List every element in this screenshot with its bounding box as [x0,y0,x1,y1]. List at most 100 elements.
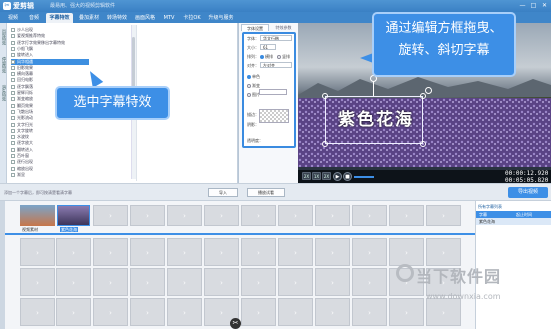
preview-play-button[interactable]: 播放试看 [247,188,285,197]
timeline-empty-slot[interactable]: › [352,268,387,296]
timeline-empty-slot[interactable]: › [389,238,424,266]
effect-list-item[interactable]: 旋转进入 [11,52,33,58]
checkbox[interactable] [11,91,15,95]
color-picker-swatch[interactable] [259,89,287,95]
close-button[interactable]: ✕ [540,1,549,10]
checkbox[interactable] [11,78,15,83]
speed-2x-slow-button[interactable]: 2X [302,172,311,180]
timeline-empty-slot[interactable]: › [167,268,202,296]
checkbox[interactable] [11,84,15,89]
checkbox[interactable] [11,122,15,127]
timeline-empty-slot[interactable]: › [130,205,165,226]
timeline-empty-slot[interactable]: › [352,238,387,266]
checkbox[interactable] [11,160,15,165]
effect-list-item[interactable]: 逐字打字效果移出字幕特效 [11,40,65,46]
effect-list-item[interactable]: 旧影效果 [11,65,33,71]
tab-mtv[interactable]: MTV [160,13,178,23]
timeline-empty-slot[interactable]: › [278,238,313,266]
timeline-empty-slot[interactable]: › [278,268,313,296]
tab-styles[interactable]: 画面风格 [132,13,158,23]
timeline-empty-slot[interactable]: › [167,238,202,266]
tab-font-settings[interactable]: 字体设置 [241,24,269,31]
tab-audio[interactable]: 音频 [25,13,43,23]
timeline-empty-slot[interactable]: › [315,268,350,296]
checkbox[interactable] [11,28,15,32]
resize-handle-top-right[interactable] [420,93,426,99]
timeline-side-tab[interactable] [0,201,5,329]
timeline-empty-slot[interactable]: › [93,205,128,226]
timeline-empty-slot[interactable]: › [352,205,387,226]
checkbox[interactable] [11,154,15,158]
tab-overlay[interactable]: 叠加素材 [76,13,102,23]
checkbox[interactable] [11,65,15,70]
timeline-empty-slot[interactable]: › [20,298,55,326]
minimize-button[interactable]: — [518,1,527,10]
effect-list-item[interactable]: 翻转进入 [11,147,33,153]
effect-list-item[interactable]: 渐显 [11,172,25,178]
effect-list-item[interactable]: 光影流动 [11,115,33,121]
effect-list-item[interactable]: 渐变缩放 [11,96,33,102]
effect-list-item[interactable]: 风华相遇 [11,58,89,65]
timeline-empty-slot[interactable]: › [56,268,91,296]
effect-list-item[interactable]: 飞散出场 [11,109,33,115]
checkbox[interactable] [11,135,15,140]
timeline-empty-slot[interactable]: › [315,205,350,226]
timeline-empty-slot[interactable]: › [278,205,313,226]
timeline-empty-slot[interactable]: › [241,298,276,326]
tab-karaoke[interactable]: 卡拉OK [180,13,204,23]
timeline-empty-slot[interactable]: › [20,238,55,266]
timeline-empty-slot[interactable]: › [241,205,276,226]
timeline-empty-slot[interactable]: › [204,238,239,266]
effect-list-item[interactable]: 回归电影 [11,77,33,83]
checkbox[interactable] [11,128,15,133]
checkbox[interactable] [11,166,15,171]
checkbox[interactable] [11,40,15,45]
layout-vertical-radio[interactable]: 竖排 [277,54,290,59]
checkbox[interactable] [11,172,15,177]
timeline-empty-slot[interactable]: › [204,268,239,296]
tab-video[interactable]: 视频 [4,13,22,23]
timeline-empty-slot[interactable]: › [130,298,165,326]
stop-icon[interactable]: ■ [343,172,352,181]
font-select[interactable]: 华文行楷 [260,35,292,41]
effect-list-item[interactable]: 逐行出现 [11,159,33,165]
effect-list-item[interactable]: 翻页效果 [11,103,33,109]
effect-list-item[interactable]: 逐字飘落 [11,84,33,90]
size-input[interactable]: 61 [260,44,276,50]
side-tab-stay[interactable]: 停留特效 [0,57,7,73]
timeline-empty-slot[interactable]: › [278,298,313,326]
timeline-empty-slot[interactable]: › [315,298,350,326]
timeline-empty-slot[interactable]: › [426,298,461,326]
timeline-empty-slot[interactable]: › [204,205,239,226]
play-icon[interactable]: ▶ [333,172,342,181]
timeline-empty-slot[interactable]: › [56,298,91,326]
timeline-empty-slot[interactable]: › [389,298,424,326]
checkbox[interactable] [11,97,15,102]
timeline-empty-slot[interactable]: › [241,238,276,266]
checkbox[interactable] [11,116,15,121]
timeline-empty-slot[interactable]: › [93,298,128,326]
scissors-icon[interactable]: ✂ [230,318,241,329]
effect-list-item[interactable]: 文字扫光 [11,122,33,128]
subtitle-list-row[interactable]: 紫色花海 [476,218,551,225]
checkbox[interactable] [11,59,15,64]
timeline-empty-slot[interactable]: › [20,268,55,296]
timeline-empty-slot[interactable]: › [130,268,165,296]
timeline-clip[interactable] [20,205,55,226]
timeline-empty-slot[interactable]: › [167,205,202,226]
checkbox[interactable] [11,147,15,152]
effect-list-item[interactable]: 爱视频推荐特效 [11,33,45,39]
effect-list-item[interactable]: 小船飞飘 [11,46,33,52]
speed-1x-button[interactable]: 1X [312,172,321,180]
timeline-empty-slot[interactable]: › [352,298,387,326]
timeline-empty-slot[interactable]: › [426,238,461,266]
checkbox[interactable] [11,46,15,51]
tab-subtitle-effects[interactable]: 字幕特效 [46,13,73,23]
timeline-empty-slot[interactable]: › [315,238,350,266]
timeline-empty-slot[interactable]: › [389,205,424,226]
volume-slider[interactable] [354,176,374,178]
side-tab-disappear[interactable]: 消失特效 [0,85,7,101]
tab-effect-params[interactable]: 特效参数 [270,24,297,31]
tab-upgrade[interactable]: 升级与服务 [206,13,236,23]
export-video-button[interactable]: 导出视频 [508,187,548,198]
